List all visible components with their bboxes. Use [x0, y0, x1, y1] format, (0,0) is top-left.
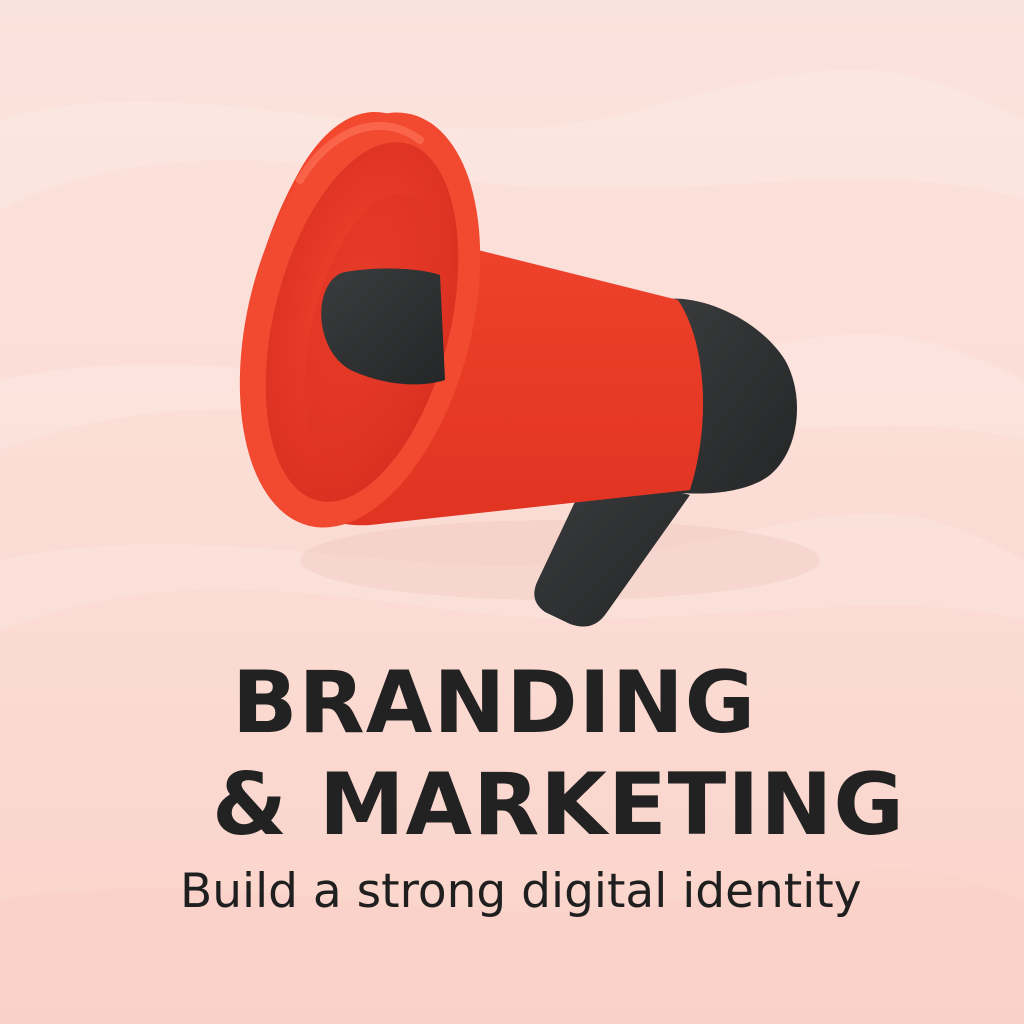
poster: BRANDING & MARKETING Build a strong digi…	[0, 0, 1024, 1024]
headline-line2: & MARKETING	[212, 755, 905, 855]
headline-line1: BRANDING	[232, 653, 757, 753]
tagline: Build a strong digital identity	[180, 864, 862, 919]
